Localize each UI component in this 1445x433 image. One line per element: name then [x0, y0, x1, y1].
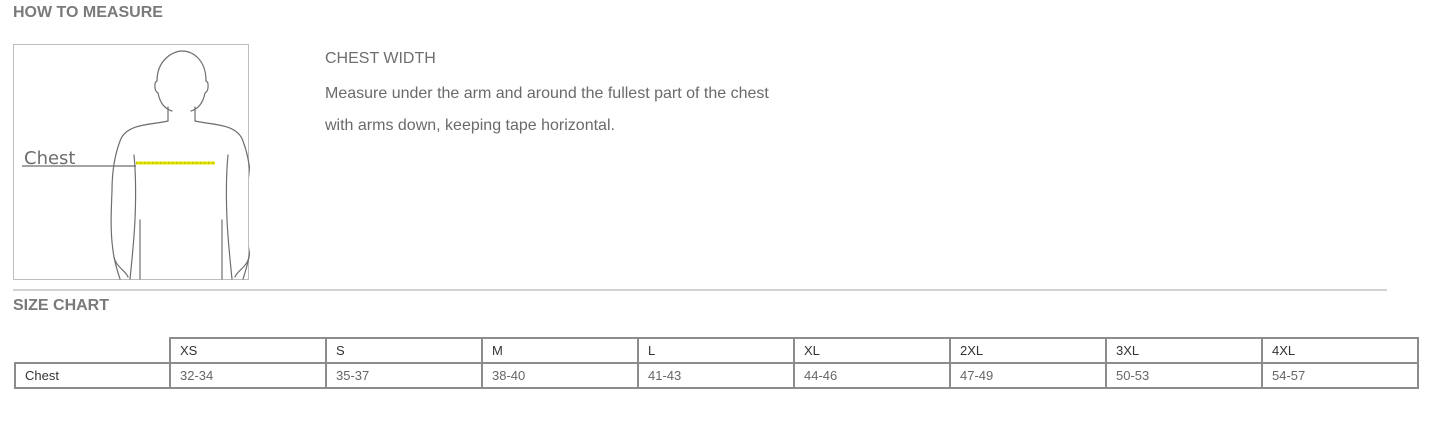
size-column-header: L	[637, 337, 795, 364]
table-corner-cell	[15, 338, 171, 364]
measure-instructions: CHEST WIDTH Measure under the arm and ar…	[325, 49, 925, 142]
size-column-header: 4XL	[1261, 337, 1419, 364]
measure-description-line-2: with arms down, keeping tape horizontal.	[325, 117, 615, 134]
how-to-measure-heading: HOW TO MEASURE	[13, 4, 163, 21]
size-chart-table: XS S M L XL 2XL 3XL 4XL Chest 32-34 35-3…	[14, 337, 1419, 389]
size-column-header: 3XL	[1105, 337, 1263, 364]
chest-measure-figure: Chest	[13, 44, 250, 280]
chest-figure-label: Chest	[24, 148, 76, 169]
size-value-cell: 47-49	[949, 362, 1107, 389]
size-column-header: 2XL	[949, 337, 1107, 364]
size-header-row: XS S M L XL 2XL 3XL 4XL	[15, 337, 1419, 364]
size-column-header: XL	[793, 337, 951, 364]
row-label-chest: Chest	[14, 362, 171, 389]
table-row: Chest 32-34 35-37 38-40 41-43 44-46 47-4…	[14, 362, 1419, 389]
measure-title: CHEST WIDTH	[325, 50, 436, 67]
size-value-cell: 38-40	[481, 362, 639, 389]
body-outline-illustration: Chest	[22, 50, 250, 280]
size-column-header: XS	[169, 337, 327, 364]
measure-description-line-1: Measure under the arm and around the ful…	[325, 85, 769, 102]
size-value-cell: 54-57	[1261, 362, 1419, 389]
size-column-header: S	[325, 337, 483, 364]
size-value-cell: 44-46	[793, 362, 951, 389]
section-divider	[13, 289, 1387, 291]
size-value-cell: 50-53	[1105, 362, 1263, 389]
size-chart-heading: SIZE CHART	[13, 297, 109, 314]
size-value-cell: 35-37	[325, 362, 483, 389]
size-column-header: M	[481, 337, 639, 364]
size-value-cell: 41-43	[637, 362, 795, 389]
size-value-cell: 32-34	[169, 362, 327, 389]
